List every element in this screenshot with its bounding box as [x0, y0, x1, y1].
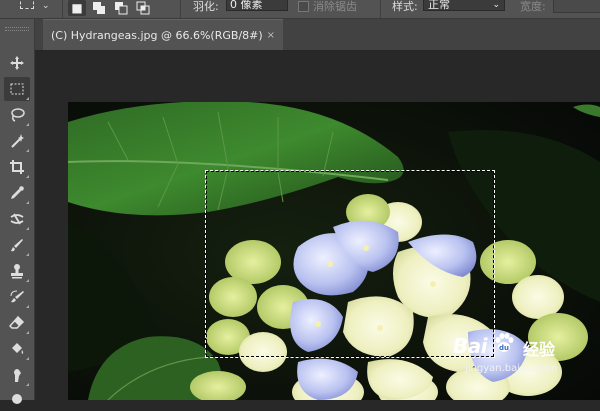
paint-bucket-tool[interactable] [4, 337, 30, 361]
tool-group-indicator [26, 175, 29, 178]
eraser-tool[interactable] [4, 311, 30, 335]
close-icon[interactable]: × [267, 20, 275, 51]
tool-group-indicator [26, 123, 29, 126]
baidu-watermark: Bai du 经验 jingyan.baidu.com [453, 333, 593, 396]
width-input[interactable] [553, 0, 600, 13]
new-selection-button[interactable]: ■ [68, 0, 86, 16]
subtract-from-selection-icon [115, 2, 128, 15]
history-brush-tool[interactable] [4, 285, 30, 309]
tool-group-indicator [26, 357, 29, 360]
style-select[interactable]: 正常 ⌄ [423, 0, 505, 11]
magic-wand-icon [11, 134, 24, 148]
document-tab-bar: (C) Hydrangeas.jpg @ 66.6%(RGB/8#) × [35, 19, 600, 51]
smudge-tool[interactable] [4, 363, 30, 387]
chevron-down-icon: ⌄ [42, 1, 50, 11]
antialias-label: 消除锯齿 [313, 0, 357, 13]
options-bar: ⌄ ■ 羽化: 0 像素 消除锯齿 样式: 正常 ⌄ 宽度: [0, 0, 600, 19]
tool-group-indicator [26, 227, 29, 230]
add-to-selection-icon [93, 2, 105, 14]
tool-group-indicator [26, 331, 29, 334]
tool-group-indicator [26, 253, 29, 256]
divider [380, 0, 381, 18]
tool-group-indicator [26, 97, 29, 100]
paw-logo-icon: du [495, 333, 514, 352]
magic-wand-tool[interactable] [4, 129, 30, 153]
tool-group-indicator [26, 305, 29, 308]
divider [62, 0, 63, 18]
tool-group-indicator [26, 279, 29, 282]
rectangular-marquee-icon [20, 0, 34, 9]
eyedropper-icon [11, 186, 24, 199]
history-brush-icon [10, 290, 24, 303]
clone-stamp-tool[interactable] [4, 259, 30, 283]
checkbox-box [298, 0, 309, 12]
tool-group-indicator [26, 149, 29, 152]
clone-stamp-icon [11, 264, 23, 279]
dodge-icon [12, 394, 22, 404]
lasso-tool[interactable] [4, 103, 30, 127]
intersect-selection-icon [136, 1, 150, 15]
feather-input[interactable]: 0 像素 [226, 0, 288, 11]
watermark-brand: Bai [453, 334, 488, 358]
rectangular-marquee-tool[interactable] [4, 77, 30, 101]
watermark-url: jingyan.baidu.com [465, 363, 558, 374]
add-to-selection-button[interactable] [90, 0, 108, 16]
document-tab[interactable]: (C) Hydrangeas.jpg @ 66.6%(RGB/8#) × [43, 19, 283, 50]
chevron-down-icon: ⌄ [492, 0, 500, 10]
tool-group-indicator [26, 201, 29, 204]
document-tab-title: (C) Hydrangeas.jpg @ 66.6%(RGB/8#) [51, 29, 263, 42]
new-selection-icon: ■ [71, 1, 83, 15]
tool-preset-picker[interactable]: ⌄ [0, 0, 60, 18]
panel-grip[interactable] [5, 27, 29, 31]
tool-group-indicator [26, 383, 29, 386]
watermark-brand-suffix: 经验 [523, 340, 556, 359]
intersect-selection-button[interactable] [134, 0, 152, 16]
smudge-icon [14, 369, 21, 382]
tools-panel [0, 19, 35, 404]
crop-icon [10, 160, 24, 174]
crop-tool[interactable] [4, 155, 30, 179]
style-value: 正常 [428, 0, 450, 11]
healing-brush-icon [10, 213, 24, 225]
brush-icon [11, 239, 23, 252]
lasso-icon [11, 108, 25, 122]
dodge-tool[interactable] [4, 387, 30, 411]
width-label: 宽度: [520, 0, 546, 13]
move-icon [10, 56, 24, 70]
antialias-checkbox[interactable]: 消除锯齿 [298, 0, 357, 14]
marquee-icon [10, 83, 24, 95]
move-tool[interactable] [4, 51, 30, 75]
subtract-from-selection-button[interactable] [112, 0, 130, 16]
svg-text:du: du [499, 344, 509, 352]
paint-bucket-icon [12, 343, 24, 354]
brush-tool[interactable] [4, 233, 30, 257]
healing-brush-tool[interactable] [4, 207, 30, 231]
selection-mode-group: ■ [68, 0, 152, 18]
style-label: 样式: [392, 0, 418, 13]
eyedropper-tool[interactable] [4, 181, 30, 205]
divider [180, 0, 181, 18]
feather-label: 羽化: [193, 0, 219, 13]
eraser-icon [9, 315, 25, 329]
